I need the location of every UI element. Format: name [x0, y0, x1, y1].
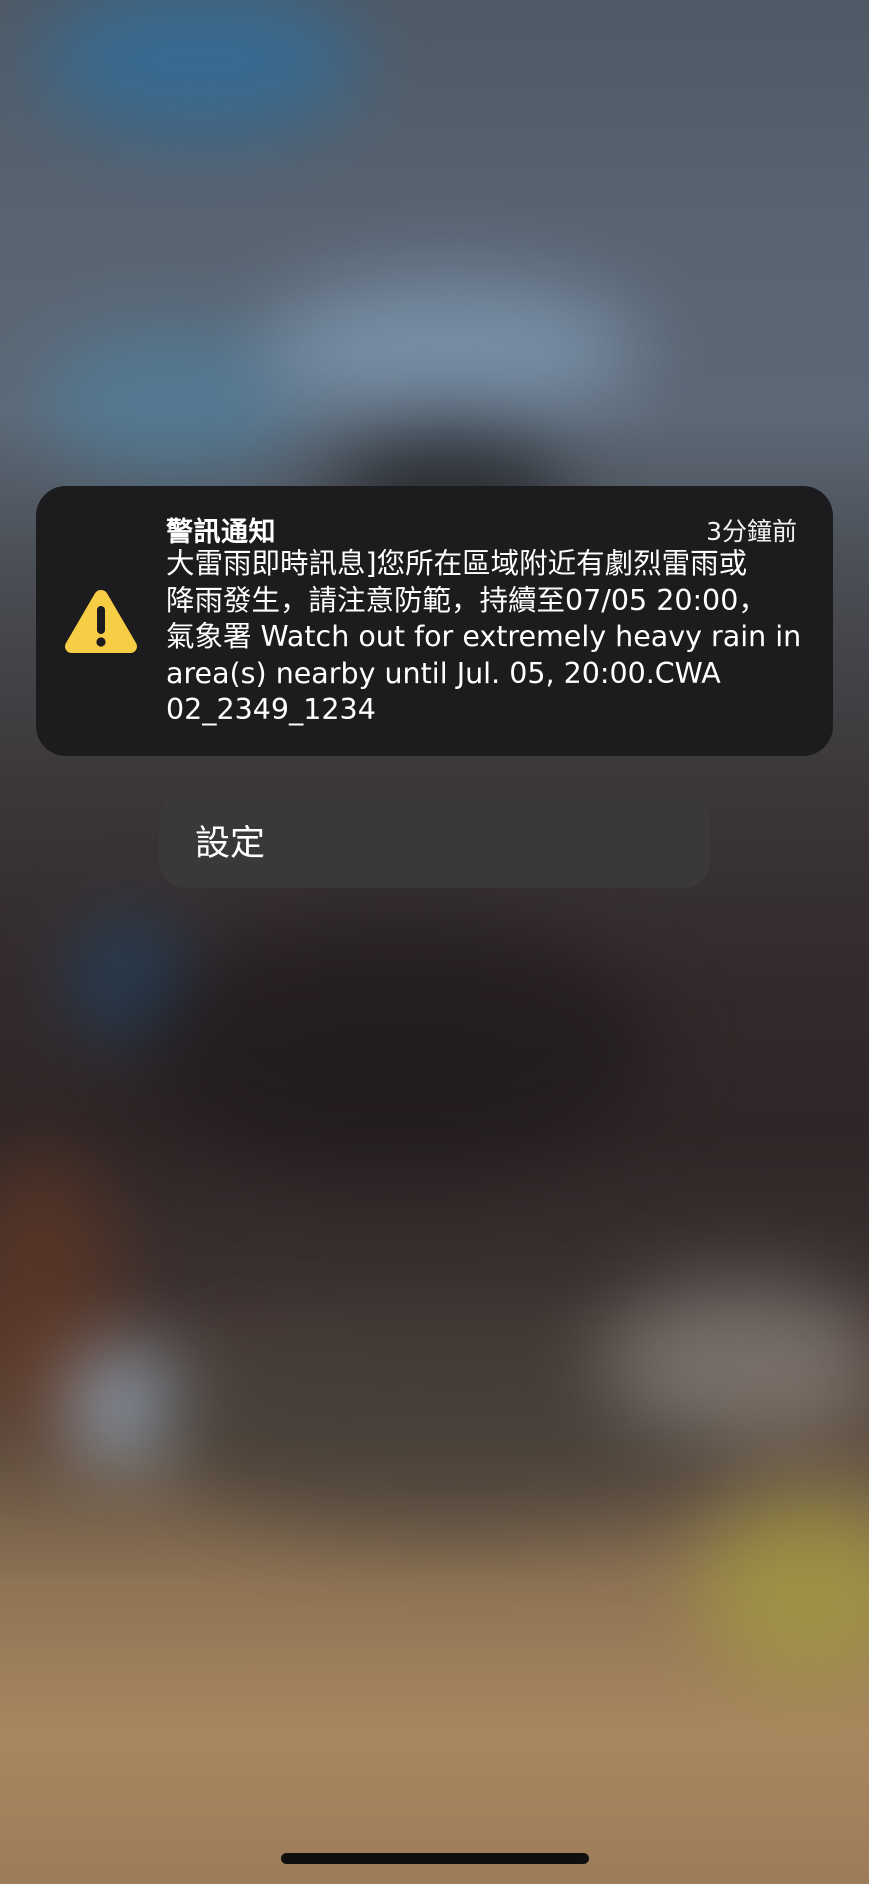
notification-message-line: 降雨發生，請注意防範，持續至07/05 20:00，: [166, 583, 767, 617]
blurred-wallpaper: [0, 0, 869, 1884]
notification-message-line: 02_2349_1234: [166, 693, 376, 726]
notification-message-line: 大雷雨即時訊息]您所在區域附近有劇烈雷雨或: [166, 547, 748, 580]
notification-title: 警訊通知: [166, 517, 276, 548]
settings-button[interactable]: 設定: [159, 793, 710, 888]
alert-notification[interactable]: 警訊通知 3分鐘前 大雷雨即時訊息]您所在區域附近有劇烈雷雨或 降雨發生，請注意…: [36, 486, 833, 756]
warning-triangle-icon: [63, 586, 139, 656]
settings-button-label: 設定: [195, 824, 266, 864]
notification-message-line: area(s) nearby until Jul. 05, 20:00.CWA: [166, 656, 721, 690]
notification-message-line: 氣象署 Watch out for extremely heavy rain i…: [166, 620, 802, 653]
notification-message: 大雷雨即時訊息]您所在區域附近有劇烈雷雨或 降雨發生，請注意防範，持續至07/0…: [166, 546, 806, 729]
home-indicator[interactable]: [281, 1853, 589, 1864]
notification-timestamp: 3分鐘前: [706, 517, 797, 546]
